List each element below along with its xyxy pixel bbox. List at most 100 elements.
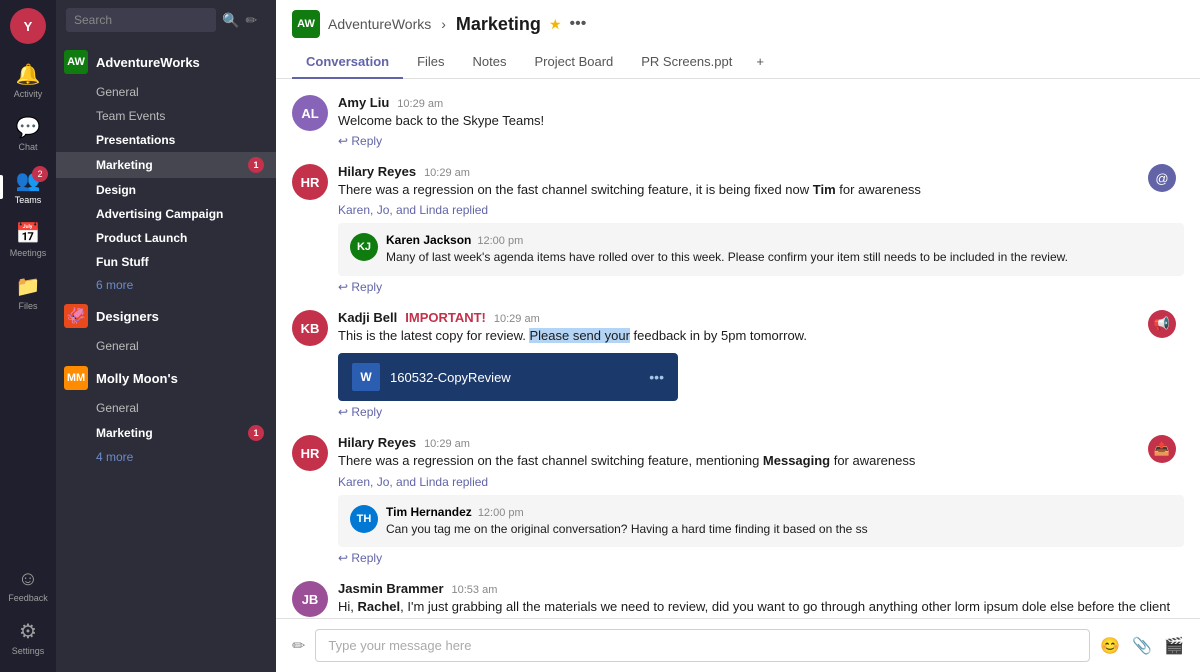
nested-avatar-tim: TH xyxy=(350,505,378,533)
team-mollymoons: MM Molly Moon's General Marketing 1 4 mo… xyxy=(56,360,276,468)
team-adventureworks: AW AdventureWorks General Team Events Pr… xyxy=(56,44,276,296)
team-header-adventureworks[interactable]: AW AdventureWorks xyxy=(56,44,276,80)
message-author-4: Hilary Reyes xyxy=(338,435,416,450)
reply-link-2[interactable]: ↩ Reply xyxy=(338,280,382,294)
channel-general-designers[interactable]: General xyxy=(56,334,276,358)
channel-label: General xyxy=(96,339,139,353)
channel-label: Marketing xyxy=(96,158,153,172)
avatar-amy: AL xyxy=(292,95,328,131)
reply-link-1[interactable]: ↩ Reply xyxy=(338,134,382,148)
tab-add-icon[interactable]: + xyxy=(746,46,774,78)
channel-badge-marketing-mm: 1 xyxy=(248,425,264,441)
feedback-icon: ☺ xyxy=(18,568,38,591)
reply-count-4[interactable]: Karen, Jo, and Linda replied xyxy=(338,475,1184,489)
message-row-2: HR Hilary Reyes 10:29 am There was a reg… xyxy=(292,164,1184,294)
channel-label: Presentations xyxy=(96,133,175,147)
nav-item-feedback[interactable]: ☺ Feedback xyxy=(8,560,48,611)
channel-marketing-mollymoons[interactable]: Marketing 1 xyxy=(56,420,276,446)
message-meta-4: Hilary Reyes 10:29 am xyxy=(338,435,1184,450)
attach-icon[interactable]: 📎 xyxy=(1132,636,1152,656)
user-avatar[interactable]: Y xyxy=(10,8,46,44)
avatar-wrap-2: HR xyxy=(292,164,328,200)
channel-productlaunch[interactable]: Product Launch xyxy=(56,226,276,250)
compose-placeholder: Type your message here xyxy=(328,638,471,653)
channel-general-aw[interactable]: General xyxy=(56,80,276,104)
nav-item-files[interactable]: 📁 Files xyxy=(0,266,56,319)
reply-link-4[interactable]: ↩ Reply xyxy=(338,551,382,565)
tab-conversation[interactable]: Conversation xyxy=(292,46,403,79)
tab-project-board[interactable]: Project Board xyxy=(521,46,628,79)
format-icon[interactable]: ✏ xyxy=(292,636,305,656)
channel-presentations[interactable]: Presentations xyxy=(56,128,276,152)
reply-link-3[interactable]: ↩ Reply xyxy=(338,405,382,419)
channel-label: Team Events xyxy=(96,109,165,123)
message-row-4: HR Hilary Reyes 10:29 am There was a reg… xyxy=(292,435,1184,565)
header-arrow: › xyxy=(441,16,446,32)
team-header-mollymoons[interactable]: MM Molly Moon's xyxy=(56,360,276,396)
sidebar: 🔍 ✏ AW AdventureWorks General Team Event… xyxy=(56,0,276,672)
nested-content-2: Karen Jackson 12:00 pm Many of last week… xyxy=(386,233,1068,266)
compose-bar: ✏ Type your message here 😊 📎 🎬 xyxy=(276,618,1200,672)
nav-item-teams[interactable]: 2 👥 Teams xyxy=(0,160,56,213)
main-panel: AW AdventureWorks › Marketing ★ ••• Conv… xyxy=(276,0,1200,672)
message-time-2: 10:29 am xyxy=(424,167,470,179)
message-meta-3: Kadji Bell IMPORTANT! 10:29 am xyxy=(338,310,1184,325)
files-icon: 📁 xyxy=(16,274,41,299)
message-content-5: Jasmin Brammer 10:53 am Hi, Rachel, I'm … xyxy=(338,581,1184,618)
emoji-icon[interactable]: 😊 xyxy=(1100,636,1120,656)
channel-marketing-aw[interactable]: Marketing 1 xyxy=(56,152,276,178)
more-link-mm[interactable]: 4 more xyxy=(56,446,276,468)
tab-files[interactable]: Files xyxy=(403,46,458,79)
nested-reply-4: TH Tim Hernandez 12:00 pm Can you tag me… xyxy=(338,495,1184,548)
message-time-4: 10:29 am xyxy=(424,438,470,450)
team-header-designers[interactable]: 🦑 Designers xyxy=(56,298,276,334)
more-options-icon[interactable]: ••• xyxy=(570,15,587,33)
tab-pr-screens[interactable]: PR Screens.ppt xyxy=(627,46,746,79)
nav-item-meetings[interactable]: 📅 Meetings xyxy=(0,213,56,266)
channel-funstuff[interactable]: Fun Stuff xyxy=(56,250,276,274)
reply-count-2[interactable]: Karen, Jo, and Linda replied xyxy=(338,203,1184,217)
channel-design[interactable]: Design xyxy=(56,178,276,202)
compose-input[interactable]: Type your message here xyxy=(315,629,1090,662)
nav-item-activity[interactable]: 🔔 Activity xyxy=(0,54,56,107)
action-icon-broadcast: 📢 xyxy=(1148,310,1176,338)
more-link-aw[interactable]: 6 more xyxy=(56,274,276,296)
nav-item-settings[interactable]: ⚙ Settings xyxy=(8,611,48,664)
star-icon[interactable]: ★ xyxy=(549,16,562,33)
file-more-icon[interactable]: ••• xyxy=(649,369,664,385)
channel-teamevents[interactable]: Team Events xyxy=(56,104,276,128)
activity-icon: 🔔 xyxy=(16,62,41,87)
message-author-3: Kadji Bell xyxy=(338,310,397,325)
nested-reply-2: KJ Karen Jackson 12:00 pm Many of last w… xyxy=(338,223,1184,276)
nested-meta-2: Karen Jackson 12:00 pm xyxy=(386,233,1068,247)
sidebar-content: AW AdventureWorks General Team Events Pr… xyxy=(56,40,276,672)
teams-badge: 2 xyxy=(32,166,48,182)
tab-notes[interactable]: Notes xyxy=(459,46,521,79)
nested-text-karen: Many of last week's agenda items have ro… xyxy=(386,249,1068,266)
giphy-icon[interactable]: 🎬 xyxy=(1164,636,1184,656)
avatar-wrap-1: AL xyxy=(292,95,328,131)
nav-label-meetings: Meetings xyxy=(10,248,47,258)
team-name-mollymoons: Molly Moon's xyxy=(96,371,178,386)
nested-author-karen: Karen Jackson xyxy=(386,233,471,247)
search-input[interactable] xyxy=(66,8,216,32)
message-block-2: HR Hilary Reyes 10:29 am There was a reg… xyxy=(292,164,1184,294)
meetings-icon: 📅 xyxy=(16,221,41,246)
action-icon-at: @ xyxy=(1148,164,1176,192)
avatar-wrap-5: JB xyxy=(292,581,328,617)
channel-advertising[interactable]: Advertising Campaign xyxy=(56,202,276,226)
channel-label: Fun Stuff xyxy=(96,255,149,269)
message-row-1: AL Amy Liu 10:29 am Welcome back to the … xyxy=(292,95,1184,148)
highlighted-text: Please send your xyxy=(529,328,629,343)
file-attachment[interactable]: W 160532-CopyReview ••• xyxy=(338,353,678,401)
message-meta-2: Hilary Reyes 10:29 am xyxy=(338,164,1184,179)
team-avatar-designers: 🦑 xyxy=(64,304,88,328)
channel-label: Design xyxy=(96,183,136,197)
nav-item-chat[interactable]: 💬 Chat xyxy=(0,107,56,160)
nav-label-teams: Teams xyxy=(15,195,42,205)
compose-icon[interactable]: ✏ xyxy=(245,12,257,29)
nav-bar: Y 🔔 Activity 💬 Chat 2 👥 Teams 📅 Meetings… xyxy=(0,0,56,672)
search-icon[interactable]: 🔍 xyxy=(222,12,239,29)
main-tabs: Conversation Files Notes Project Board P… xyxy=(292,46,1184,78)
channel-general-mollymoons[interactable]: General xyxy=(56,396,276,420)
